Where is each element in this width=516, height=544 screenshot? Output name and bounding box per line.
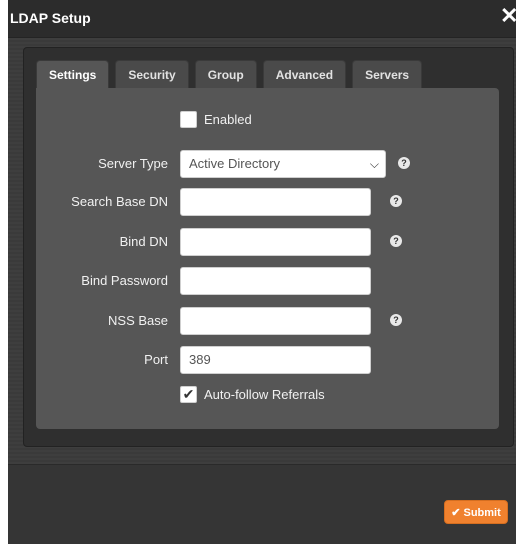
bind-password-row: Bind Password	[36, 267, 499, 295]
search-base-dn-input[interactable]	[180, 188, 371, 216]
nss-base-input[interactable]	[180, 307, 371, 335]
settings-form: Enabled Server Type Active Directory ⌵ ?…	[36, 88, 499, 429]
settings-panel: Settings Security Group Advanced Servers…	[23, 47, 514, 447]
help-icon[interactable]: ?	[398, 157, 410, 169]
bind-dn-label: Bind DN	[119, 234, 168, 249]
help-icon[interactable]: ?	[390, 235, 402, 247]
chevron-down-icon: ⌵	[369, 157, 379, 171]
tab-bar: Settings Security Group Advanced Servers	[36, 60, 423, 88]
port-row: Port 389	[36, 346, 499, 374]
server-type-value: Active Directory	[189, 156, 281, 171]
submit-button[interactable]: ✔ Submit	[444, 500, 508, 524]
enabled-row: Enabled	[36, 108, 499, 136]
close-icon[interactable]: ✕	[500, 4, 516, 28]
tab-group[interactable]: Group	[194, 60, 257, 88]
auto-follow-checkbox[interactable]: ✔	[180, 386, 197, 403]
bind-password-input[interactable]	[180, 267, 371, 295]
help-icon[interactable]: ?	[390, 314, 402, 326]
bind-password-label: Bind Password	[81, 273, 168, 288]
bind-dn-input[interactable]	[180, 228, 371, 256]
help-icon[interactable]: ?	[390, 195, 402, 207]
port-input[interactable]: 389	[180, 346, 371, 374]
ldap-setup-dialog: LDAP Setup ✕ Settings Security Group Adv…	[8, 0, 516, 544]
enabled-label: Enabled	[204, 112, 252, 127]
dialog-title: LDAP Setup	[10, 10, 91, 26]
tab-servers[interactable]: Servers	[352, 60, 423, 88]
server-type-select[interactable]: Active Directory ⌵	[180, 150, 386, 178]
search-base-dn-label: Search Base DN	[71, 194, 168, 209]
nss-base-label: NSS Base	[108, 313, 168, 328]
enabled-checkbox[interactable]	[180, 111, 197, 128]
bind-dn-row: Bind DN ?	[36, 228, 499, 256]
tab-security[interactable]: Security	[115, 60, 189, 88]
auto-follow-row: ✔ Auto-follow Referrals	[36, 383, 499, 411]
titlebar: LDAP Setup ✕	[8, 0, 516, 38]
search-base-dn-row: Search Base DN ?	[36, 188, 499, 216]
tab-advanced[interactable]: Advanced	[262, 60, 347, 88]
server-type-row: Server Type Active Directory ⌵ ?	[36, 150, 499, 178]
port-label: Port	[144, 352, 168, 367]
dialog-footer	[8, 465, 516, 544]
nss-base-row: NSS Base ?	[36, 307, 499, 335]
auto-follow-label: Auto-follow Referrals	[204, 387, 325, 402]
tab-settings[interactable]: Settings	[36, 60, 110, 88]
server-type-label: Server Type	[98, 156, 168, 171]
